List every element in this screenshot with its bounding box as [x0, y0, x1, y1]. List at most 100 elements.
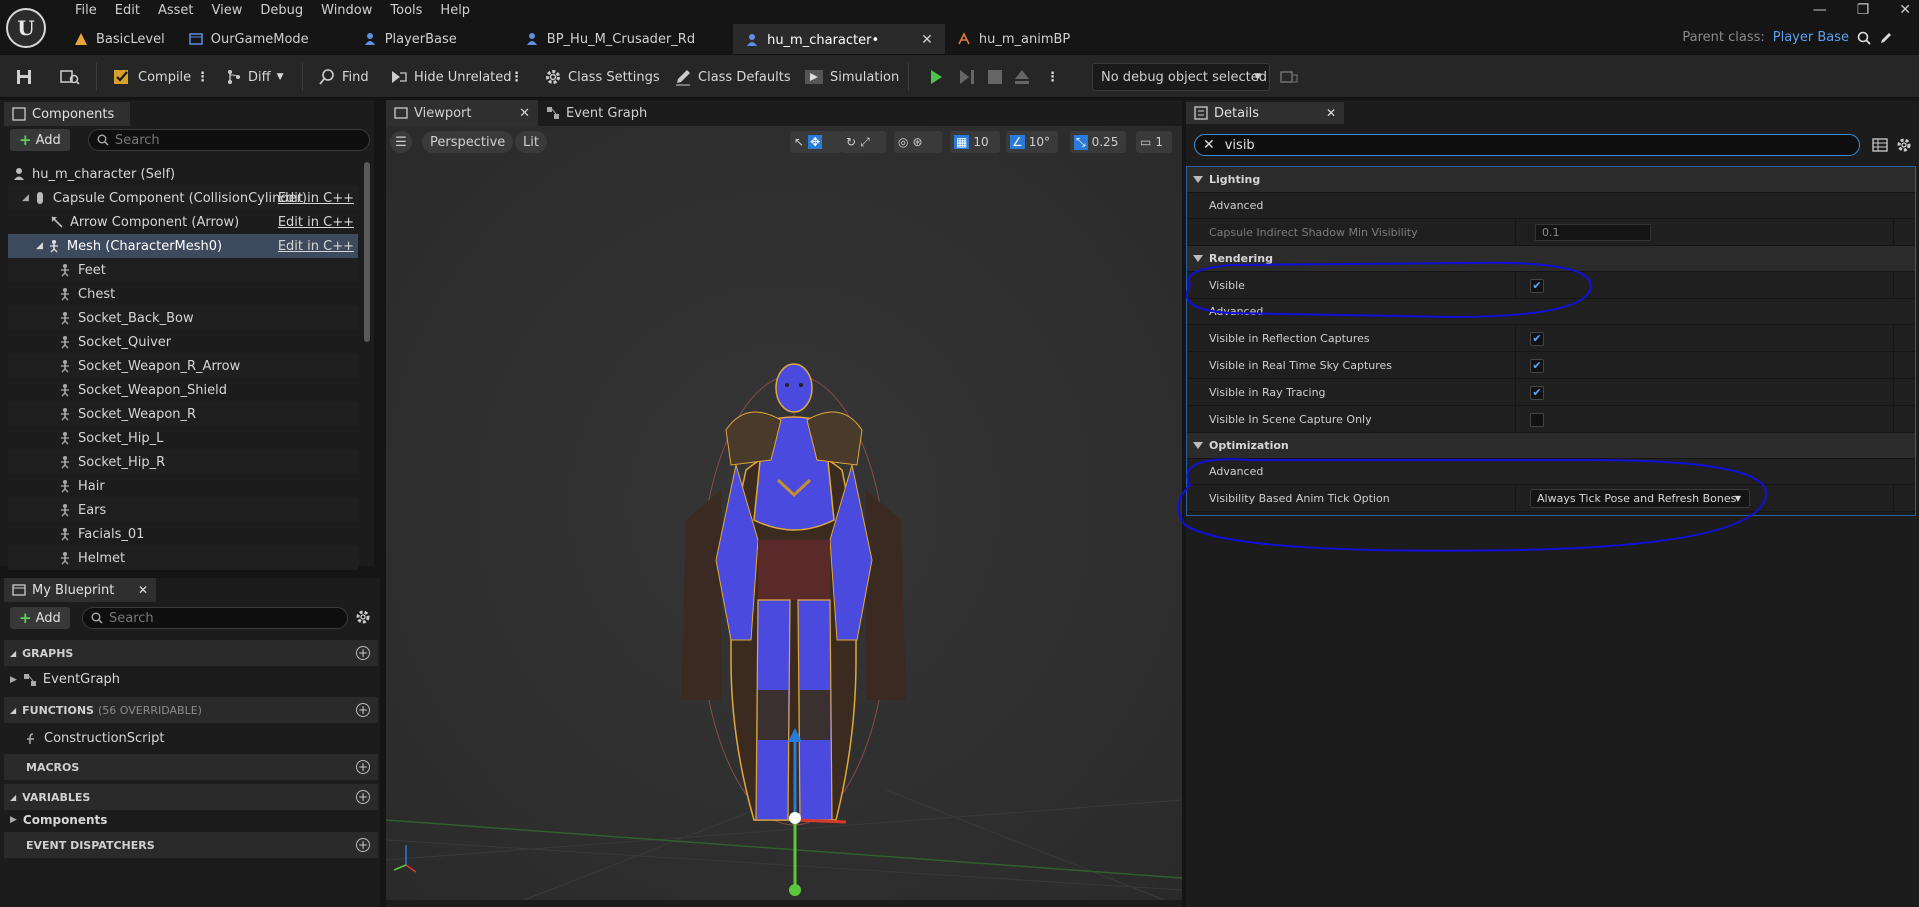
add-function-icon[interactable]: +: [356, 703, 370, 717]
diff-button[interactable]: Diff ▼: [226, 65, 284, 89]
component-bone[interactable]: Facials_01: [8, 522, 358, 546]
category-lighting[interactable]: Lighting: [1187, 167, 1915, 193]
parent-class-link[interactable]: Player Base: [1773, 30, 1849, 45]
browse-icon[interactable]: [60, 69, 80, 85]
compile-button[interactable]: Compile: [112, 65, 191, 89]
clear-search-icon[interactable]: ✕: [1203, 137, 1215, 153]
class-defaults-button[interactable]: Class Defaults: [674, 65, 791, 89]
minimize-icon[interactable]: —: [1813, 2, 1827, 18]
select-icon[interactable]: ↖: [794, 135, 804, 149]
gear-icon[interactable]: [1896, 137, 1912, 153]
visible-sky-checkbox[interactable]: ✔: [1530, 359, 1544, 373]
compile-options-icon[interactable]: ⋮: [196, 65, 209, 89]
edit-in-cpp-link[interactable]: Edit in C++: [278, 215, 354, 230]
tab-event-graph[interactable]: Event Graph: [538, 100, 655, 126]
component-bone[interactable]: Socket_Back_Bow: [8, 306, 358, 330]
grid-snap[interactable]: ▦ 10: [950, 131, 1000, 153]
construction-script-item[interactable]: ConstructionScript: [24, 731, 164, 746]
component-bone[interactable]: Chest: [8, 282, 358, 306]
add-variable-icon[interactable]: +: [356, 790, 370, 804]
variables-section[interactable]: ◢ VARIABLES +: [4, 784, 378, 810]
tab-hu-m-animbp[interactable]: hu_m_animBP: [945, 24, 1082, 54]
play-options-icon[interactable]: ⋮: [1046, 65, 1059, 89]
rotate-icon[interactable]: ↻: [846, 135, 856, 149]
component-arrow[interactable]: Arrow Component (Arrow) Edit in C++: [8, 210, 358, 234]
pencil-icon[interactable]: [1879, 31, 1893, 45]
simulation-button[interactable]: Simulation: [804, 65, 899, 89]
menu-view[interactable]: View: [203, 2, 252, 22]
subcategory-advanced[interactable]: Advanced: [1187, 459, 1915, 485]
event-graph-item[interactable]: ▶ EventGraph: [10, 672, 120, 687]
component-bone[interactable]: Socket_Quiver: [8, 330, 358, 354]
menu-help[interactable]: Help: [431, 2, 479, 22]
step-icon[interactable]: [958, 69, 976, 85]
menu-debug[interactable]: Debug: [251, 2, 312, 22]
lit-button[interactable]: Lit: [515, 131, 547, 153]
hide-unrelated-button[interactable]: Hide Unrelated: [390, 65, 512, 89]
tab-basiclevel[interactable]: BasicLevel: [62, 24, 177, 54]
event-dispatchers-section[interactable]: EVENT DISPATCHERS +: [4, 832, 378, 858]
anim-tick-option-select[interactable]: Always Tick Pose and Refresh Bones ▼: [1530, 489, 1750, 508]
tab-viewport[interactable]: Viewport ✕: [386, 100, 538, 126]
category-optimization[interactable]: Optimization: [1187, 433, 1915, 459]
tab-ourgamemode[interactable]: OurGameMode: [177, 24, 321, 54]
components-scrollbar[interactable]: [364, 162, 370, 342]
eject-icon[interactable]: [1014, 69, 1030, 85]
component-mesh[interactable]: ◢ Mesh (CharacterMesh0) Edit in C++: [8, 234, 358, 258]
details-tab[interactable]: Details ✕: [1186, 102, 1344, 124]
rotation-snap[interactable]: ∠ 10°: [1006, 131, 1058, 153]
component-bone[interactable]: Ears: [8, 498, 358, 522]
play-icon[interactable]: [928, 69, 944, 85]
components-variable-category[interactable]: ▶ Components: [10, 813, 107, 827]
camera-speed[interactable]: ▭ 1: [1136, 131, 1172, 153]
add-component-button[interactable]: + Add: [10, 129, 70, 151]
component-bone[interactable]: Hair: [8, 474, 358, 498]
edit-in-cpp-link[interactable]: Edit in C++: [278, 191, 354, 206]
component-capsule[interactable]: ◢ Capsule Component (CollisionCylinder) …: [8, 186, 358, 210]
add-blueprint-member-button[interactable]: + Add: [10, 607, 70, 629]
details-search-input[interactable]: ✕ visib: [1194, 134, 1860, 156]
gear-icon[interactable]: [355, 609, 371, 625]
edit-in-cpp-link[interactable]: Edit in C++: [278, 239, 354, 254]
scale-icon[interactable]: ⤢: [860, 135, 870, 150]
stop-icon[interactable]: [988, 70, 1002, 84]
close-tab-icon[interactable]: ✕: [519, 106, 530, 121]
components-search-input[interactable]: Search: [88, 129, 370, 151]
component-root[interactable]: hu_m_character (Self): [8, 162, 358, 186]
graphs-section[interactable]: ◢ GRAPHS +: [4, 640, 378, 666]
find-button[interactable]: Find: [318, 65, 369, 89]
category-rendering[interactable]: Rendering: [1187, 246, 1915, 272]
visible-scene-capture-checkbox[interactable]: [1530, 413, 1544, 427]
tab-bp-hu-m-crusader[interactable]: BP_Hu_M_Crusader_Rd: [513, 24, 707, 54]
component-bone[interactable]: Socket_Hip_L: [8, 426, 358, 450]
subcategory-advanced[interactable]: Advanced: [1187, 193, 1915, 219]
tab-playerbase[interactable]: PlayerBase: [351, 24, 469, 54]
menu-window[interactable]: Window: [312, 2, 381, 22]
add-macro-icon[interactable]: +: [356, 760, 370, 774]
functions-section[interactable]: ◢ FUNCTIONS (56 OVERRIDABLE) +: [4, 697, 378, 723]
component-bone[interactable]: Feet: [8, 258, 358, 282]
visible-ray-tracing-checkbox[interactable]: ✔: [1530, 386, 1544, 400]
menu-edit[interactable]: Edit: [106, 2, 149, 22]
visible-checkbox[interactable]: ✔: [1530, 279, 1544, 293]
component-bone[interactable]: Socket_Weapon_Shield: [8, 378, 358, 402]
save-icon[interactable]: [16, 69, 32, 85]
close-tab-icon[interactable]: ✕: [1326, 106, 1336, 120]
tab-hu-m-character[interactable]: hu_m_character• ✕: [733, 24, 945, 54]
class-settings-button[interactable]: Class Settings: [544, 65, 660, 89]
add-graph-icon[interactable]: +: [356, 646, 370, 660]
scale-snap[interactable]: ⤡ 0.25: [1070, 131, 1126, 153]
chevron-down-icon[interactable]: ◢: [22, 193, 29, 203]
close-window-icon[interactable]: ✕: [1899, 2, 1911, 18]
visible-reflection-checkbox[interactable]: ✔: [1530, 332, 1544, 346]
world-icon[interactable]: ◎: [898, 135, 908, 149]
component-bone[interactable]: Socket_Weapon_R: [8, 402, 358, 426]
perspective-button[interactable]: Perspective: [422, 131, 514, 153]
subcategory-advanced[interactable]: Advanced: [1187, 299, 1915, 325]
component-bone[interactable]: Socket_Weapon_R_Arrow: [8, 354, 358, 378]
unreal-logo-icon[interactable]: U: [6, 8, 46, 48]
viewport-canvas[interactable]: [386, 100, 1182, 907]
translate-icon[interactable]: ✥: [808, 135, 823, 149]
debug-filter-icon[interactable]: [1280, 69, 1298, 85]
restore-icon[interactable]: ❐: [1857, 2, 1870, 18]
